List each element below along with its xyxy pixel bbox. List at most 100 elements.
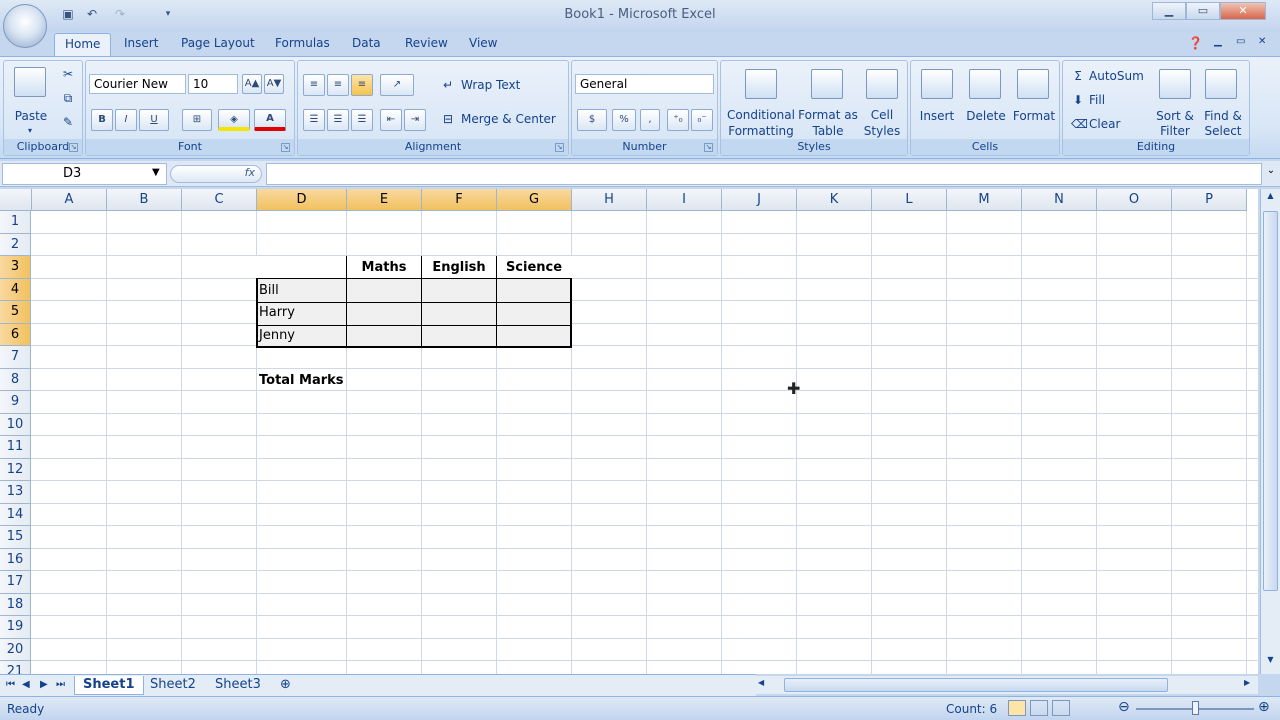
zoom-slider-thumb[interactable] (1192, 701, 1199, 715)
page-break-view-icon[interactable] (1052, 700, 1070, 716)
format-cells-icon[interactable] (1017, 69, 1049, 99)
redo-icon[interactable]: ↷ (112, 6, 128, 22)
merge-center-button[interactable]: Merge & Center (461, 112, 556, 127)
font-launcher-icon[interactable]: ↘ (281, 143, 290, 152)
tab-insert[interactable]: Insert (124, 36, 158, 50)
row-header[interactable]: 5 (0, 301, 31, 324)
orientation-icon[interactable]: ↗ (380, 74, 414, 96)
autosum-button[interactable]: AutoSum (1089, 69, 1144, 84)
row-header[interactable]: 14 (0, 503, 31, 526)
cell-styles-line1[interactable]: Cell (855, 108, 909, 123)
row-header[interactable]: 7 (0, 346, 31, 369)
column-header[interactable]: I (647, 189, 722, 211)
zoom-in-icon[interactable]: ⊕ (1258, 699, 1270, 715)
copy-icon[interactable]: ⧉ (60, 91, 76, 106)
tab-page-layout[interactable]: Page Layout (181, 36, 255, 50)
conditional-formatting-line2[interactable]: Formatting (721, 124, 801, 139)
horizontal-scroll-thumb[interactable] (784, 678, 1168, 692)
row-header[interactable]: 2 (0, 233, 31, 256)
sort-filter-icon[interactable] (1159, 69, 1191, 99)
prev-sheet-icon[interactable]: ◀ (22, 679, 30, 690)
cell-F3[interactable]: English (422, 257, 496, 279)
sort-filter-line1[interactable]: Sort & (1149, 109, 1201, 124)
cell-E3[interactable]: Maths (347, 257, 421, 279)
conditional-formatting-line1[interactable]: Conditional (721, 108, 801, 123)
wrap-text-icon[interactable]: ↵ (441, 78, 455, 93)
sort-filter-line2[interactable]: Filter (1149, 124, 1201, 139)
font-color-button[interactable]: A (254, 109, 286, 131)
row-header[interactable]: 20 (0, 638, 31, 661)
row-header[interactable]: 6 (0, 323, 31, 346)
row-header[interactable]: 4 (0, 278, 31, 301)
column-header[interactable]: H (572, 189, 647, 211)
decrease-decimal-icon[interactable]: ₀⁻ (691, 109, 713, 131)
increase-indent-icon[interactable]: ⇥ (404, 109, 426, 131)
cell-G3[interactable]: Science (497, 257, 571, 279)
merge-center-icon[interactable]: ⊟ (441, 112, 455, 127)
row-header[interactable]: 10 (0, 413, 31, 436)
conditional-formatting-icon[interactable] (745, 69, 777, 99)
worksheet-grid[interactable]: ABCDEFGHIJKLMNOP 1 2 3 4 5 6 7 8 9 10 11 12 13 14 15 16… (0, 189, 1258, 674)
next-sheet-icon[interactable]: ▶ (40, 679, 48, 690)
font-size-select[interactable]: 10 (188, 74, 238, 94)
scroll-left-icon[interactable]: ◀ (758, 678, 770, 692)
grow-font-icon[interactable]: A▲ (242, 74, 262, 94)
format-as-table-line1[interactable]: Format as (795, 108, 861, 123)
bold-button[interactable]: B (91, 109, 113, 131)
paste-button[interactable]: Paste (8, 109, 54, 124)
cell-D6[interactable]: Jenny (256, 325, 295, 347)
close-button[interactable]: ✕ (1220, 2, 1266, 20)
autosum-icon[interactable]: Σ (1071, 69, 1085, 84)
zoom-out-icon[interactable]: ⊖ (1118, 699, 1130, 715)
row-header[interactable]: 18 (0, 593, 31, 616)
minimize-button[interactable]: ▁ (1152, 2, 1186, 20)
align-left-icon[interactable]: ☰ (303, 109, 325, 131)
formula-input[interactable] (266, 163, 1262, 185)
sheet-tab-sheet1[interactable]: Sheet1 (74, 676, 144, 695)
sheet-tab-sheet3[interactable]: Sheet3 (207, 676, 269, 695)
clear-button[interactable]: Clear (1089, 117, 1120, 132)
select-all-button[interactable] (0, 189, 32, 211)
undo-icon[interactable]: ↶ (84, 6, 100, 22)
ribbon-close-icon[interactable]: ✕ (1258, 36, 1266, 47)
wrap-text-button[interactable]: Wrap Text (461, 78, 520, 93)
format-as-table-icon[interactable] (811, 69, 843, 99)
cell-styles-icon[interactable] (866, 69, 898, 99)
paste-icon[interactable] (14, 67, 46, 97)
insert-sheet-icon[interactable]: ⊕ (272, 676, 299, 695)
name-box[interactable]: D3 (2, 163, 167, 185)
increase-decimal-icon[interactable]: ⁺₀ (667, 109, 689, 131)
vertical-scrollbar[interactable]: ▲ ▼ (1260, 189, 1280, 674)
row-header[interactable]: 9 (0, 391, 31, 414)
find-select-line1[interactable]: Find & (1197, 109, 1249, 124)
scroll-right-icon[interactable]: ▶ (1244, 678, 1256, 692)
delete-cells-icon[interactable] (969, 69, 1001, 99)
find-select-icon[interactable] (1205, 69, 1237, 99)
number-launcher-icon[interactable]: ↘ (704, 143, 713, 152)
ribbon-minimize-icon[interactable]: ▁ (1214, 36, 1222, 47)
row-header[interactable]: 17 (0, 571, 31, 594)
column-header[interactable]: E (347, 189, 422, 211)
row-header[interactable]: 11 (0, 436, 31, 459)
row-header[interactable]: 15 (0, 526, 31, 549)
ribbon-restore-icon[interactable]: ▭ (1236, 36, 1245, 47)
row-header[interactable]: 12 (0, 458, 31, 481)
number-format-select[interactable]: General (575, 74, 714, 94)
tab-home[interactable]: Home (54, 33, 112, 57)
format-as-table-line2[interactable]: Table (795, 124, 861, 139)
font-name-select[interactable]: Courier New (89, 74, 186, 94)
name-box-dropdown-icon[interactable]: ▼ (152, 167, 160, 178)
tab-view[interactable]: View (469, 36, 497, 50)
page-layout-view-icon[interactable] (1030, 700, 1048, 716)
shrink-font-icon[interactable]: A▼ (264, 74, 284, 94)
column-header[interactable]: F (422, 189, 497, 211)
cell-D5[interactable]: Harry (256, 302, 295, 324)
scroll-down-icon[interactable]: ▼ (1263, 655, 1278, 670)
borders-icon[interactable]: ⊞ (182, 109, 212, 131)
cell-D4[interactable]: Bill (256, 280, 279, 302)
column-header[interactable]: P (1172, 189, 1247, 211)
column-header[interactable]: K (797, 189, 872, 211)
normal-view-icon[interactable] (1008, 700, 1026, 716)
decrease-indent-icon[interactable]: ⇤ (380, 109, 402, 131)
tab-data[interactable]: Data (352, 36, 381, 50)
